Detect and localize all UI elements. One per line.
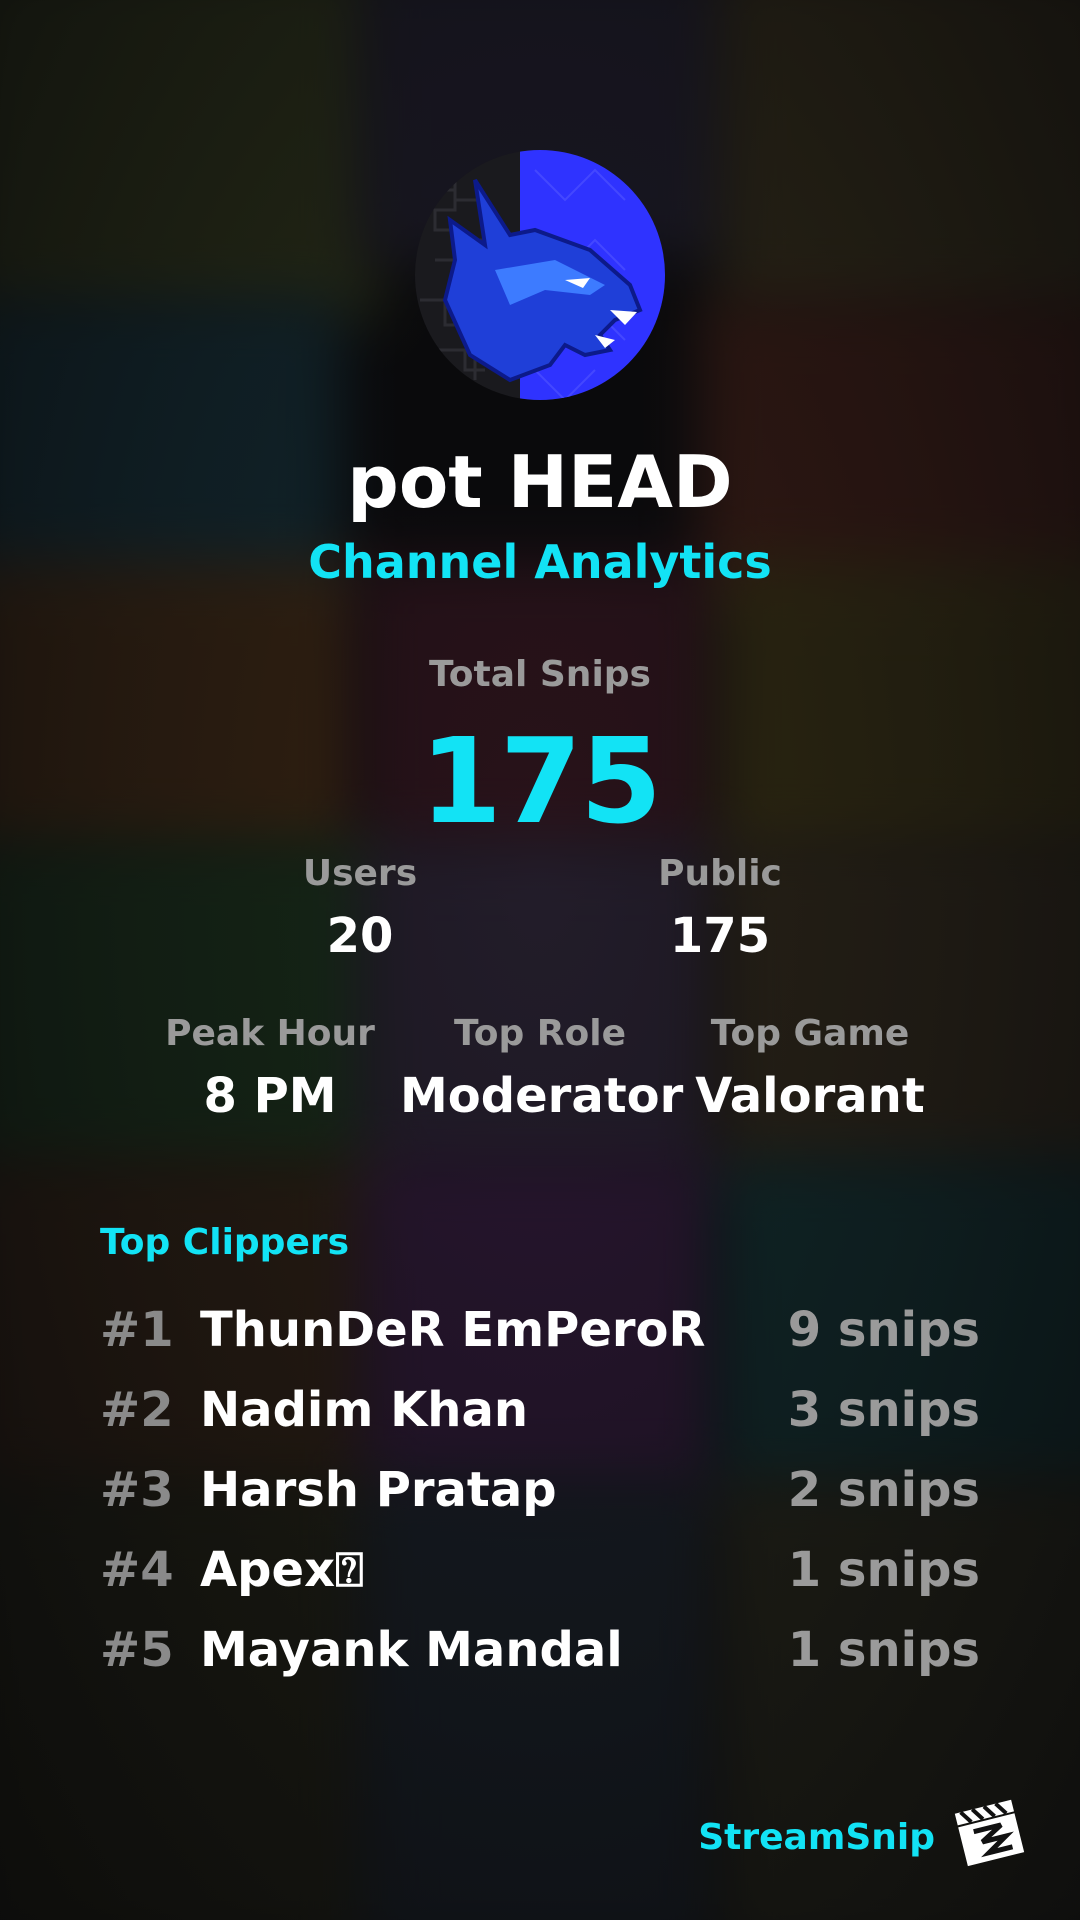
analytics-card: pot HEAD Channel Analytics Total Snips 1… xyxy=(0,0,1080,1920)
clipper-count: 1 snips xyxy=(787,1542,980,1598)
peak-hour-label: Peak Hour xyxy=(165,1013,375,1054)
dragon-mascot-icon xyxy=(415,150,665,400)
public-label: Public xyxy=(658,853,782,894)
peak-hour-stat: Peak Hour 8 PM xyxy=(150,1013,390,1124)
clipper-name: Apex⍰ xyxy=(200,1542,364,1598)
peak-hour-value: 8 PM xyxy=(203,1068,337,1124)
public-value: 175 xyxy=(669,908,771,964)
clipper-rank: #1 xyxy=(100,1302,174,1358)
brand-name: StreamSnip xyxy=(698,1817,935,1858)
clipper-row: #5 Mayank Mandal 1 snips xyxy=(100,1622,980,1682)
clipper-rank: #2 xyxy=(100,1382,174,1438)
clipper-row: #4 Apex⍰ 1 snips xyxy=(100,1542,980,1602)
page-subtitle: Channel Analytics xyxy=(308,535,772,589)
clipper-name: Harsh Pratap xyxy=(200,1462,557,1518)
channel-name: pot HEAD xyxy=(347,440,733,524)
clipper-row: #3 Harsh Pratap 2 snips xyxy=(100,1462,980,1522)
top-clippers-heading: Top Clippers xyxy=(100,1222,350,1263)
clipper-rank: #4 xyxy=(100,1542,174,1598)
clipper-count: 3 snips xyxy=(787,1382,980,1438)
clipper-count: 1 snips xyxy=(787,1622,980,1678)
top-game-label: Top Game xyxy=(710,1013,910,1054)
top-role-stat: Top Role Moderator xyxy=(400,1013,684,1124)
top-role-label: Top Role xyxy=(453,1013,627,1054)
channel-avatar xyxy=(415,150,665,400)
public-stat: Public 175 xyxy=(620,853,820,964)
users-label: Users xyxy=(302,853,418,894)
clipper-row: #2 Nadim Khan 3 snips xyxy=(100,1382,980,1442)
clipper-count: 9 snips xyxy=(787,1302,980,1358)
top-game-stat: Top Game Valorant xyxy=(690,1013,930,1124)
top-role-value: Moderator xyxy=(400,1068,684,1124)
users-stat: Users 20 xyxy=(260,853,460,964)
total-snips-label: Total Snips xyxy=(429,654,651,695)
clipper-name: ThunDeR EmPeroR xyxy=(200,1302,706,1358)
users-value: 20 xyxy=(326,908,394,964)
clipper-name: Nadim Khan xyxy=(200,1382,529,1438)
top-game-value: Valorant xyxy=(695,1068,925,1124)
clipper-row: #1 ThunDeR EmPeroR 9 snips xyxy=(100,1302,980,1362)
total-snips-value: 175 xyxy=(419,712,662,850)
clipper-rank: #5 xyxy=(100,1622,174,1678)
clipper-count: 2 snips xyxy=(787,1462,980,1518)
clapperboard-icon xyxy=(950,1792,1028,1870)
clipper-name: Mayank Mandal xyxy=(200,1622,623,1678)
clipper-rank: #3 xyxy=(100,1462,174,1518)
